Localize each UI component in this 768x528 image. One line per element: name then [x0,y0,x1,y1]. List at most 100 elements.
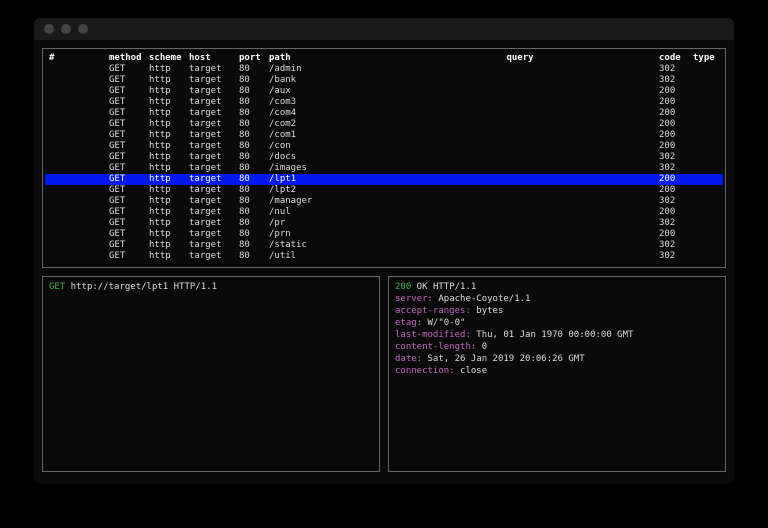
table-row[interactable]: GEThttptarget80/util302 [45,251,723,262]
cell-query [385,97,655,108]
cell-scheme: http [145,229,185,240]
content-area: # method scheme host port path query cod… [34,40,734,480]
minimize-icon[interactable] [61,24,71,34]
cell-path: /manager [265,196,385,207]
maximize-icon[interactable] [78,24,88,34]
response-code: 200 [395,282,411,292]
response-pane[interactable]: 200 OK HTTP/1.1 server: Apache-Coyote/1.… [388,276,726,472]
cell-host: target [185,64,235,75]
response-header-value: bytes [471,306,504,316]
cell-id [45,240,105,251]
request-pane[interactable]: GET http://target/lpt1 HTTP/1.1 [42,276,380,472]
cell-host: target [185,86,235,97]
cell-code: 302 [655,75,689,86]
requests-table[interactable]: # method scheme host port path query cod… [45,53,723,262]
cell-host: target [185,196,235,207]
cell-path: /com4 [265,108,385,119]
cell-query [385,141,655,152]
response-header-key: server: [395,294,433,304]
cell-id [45,196,105,207]
cell-type [689,108,723,119]
cell-code: 302 [655,152,689,163]
table-row[interactable]: GEThttptarget80/admin302 [45,64,723,75]
cell-type [689,229,723,240]
col-method[interactable]: method [105,53,145,64]
cell-query [385,130,655,141]
table-row[interactable]: GEThttptarget80/docs302 [45,152,723,163]
table-header-row: # method scheme host port path query cod… [45,53,723,64]
table-row[interactable]: GEThttptarget80/aux200 [45,86,723,97]
request-rest: http://target/lpt1 HTTP/1.1 [65,282,217,292]
cell-query [385,64,655,75]
table-row[interactable]: GEThttptarget80/prn200 [45,229,723,240]
cell-path: /lpt1 [265,174,385,185]
table-row[interactable]: GEThttptarget80/lpt1200 [45,174,723,185]
cell-type [689,64,723,75]
cell-query [385,218,655,229]
cell-host: target [185,229,235,240]
table-row[interactable]: GEThttptarget80/com1200 [45,130,723,141]
cell-method: GET [105,141,145,152]
cell-type [689,86,723,97]
cell-port: 80 [235,108,265,119]
col-code[interactable]: code [655,53,689,64]
cell-host: target [185,240,235,251]
col-host[interactable]: host [185,53,235,64]
response-header-value: 0 [476,342,487,352]
cell-id [45,152,105,163]
cell-id [45,119,105,130]
app-window: # method scheme host port path query cod… [34,18,734,484]
table-row[interactable]: GEThttptarget80/com3200 [45,97,723,108]
cell-scheme: http [145,75,185,86]
response-header-value: close [455,366,488,376]
table-row[interactable]: GEThttptarget80/com2200 [45,119,723,130]
col-query[interactable]: query [385,53,655,64]
cell-port: 80 [235,229,265,240]
cell-id [45,251,105,262]
cell-port: 80 [235,240,265,251]
close-icon[interactable] [44,24,54,34]
table-row[interactable]: GEThttptarget80/lpt2200 [45,185,723,196]
cell-type [689,119,723,130]
table-row[interactable]: GEThttptarget80/nul200 [45,207,723,218]
table-row[interactable]: GEThttptarget80/static302 [45,240,723,251]
cell-type [689,251,723,262]
col-type[interactable]: type [689,53,723,64]
cell-type [689,174,723,185]
table-row[interactable]: GEThttptarget80/pr302 [45,218,723,229]
cell-scheme: http [145,119,185,130]
cell-query [385,207,655,218]
cell-id [45,130,105,141]
cell-scheme: http [145,64,185,75]
request-method: GET [49,282,65,292]
cell-type [689,240,723,251]
response-status-line: 200 OK HTTP/1.1 [395,281,719,293]
table-row[interactable]: GEThttptarget80/con200 [45,141,723,152]
cell-method: GET [105,108,145,119]
table-row[interactable]: GEThttptarget80/bank302 [45,75,723,86]
table-row[interactable]: GEThttptarget80/manager302 [45,196,723,207]
cell-host: target [185,97,235,108]
cell-query [385,240,655,251]
cell-method: GET [105,251,145,262]
table-row[interactable]: GEThttptarget80/images302 [45,163,723,174]
cell-path: /com2 [265,119,385,130]
cell-scheme: http [145,152,185,163]
cell-scheme: http [145,251,185,262]
col-path[interactable]: path [265,53,385,64]
response-header-line: date: Sat, 26 Jan 2019 20:06:26 GMT [395,353,719,365]
cell-code: 302 [655,64,689,75]
table-row[interactable]: GEThttptarget80/com4200 [45,108,723,119]
col-id[interactable]: # [45,53,105,64]
cell-host: target [185,185,235,196]
col-scheme[interactable]: scheme [145,53,185,64]
cell-type [689,152,723,163]
cell-id [45,86,105,97]
response-header-line: accept-ranges: bytes [395,305,719,317]
cell-type [689,196,723,207]
cell-port: 80 [235,86,265,97]
cell-host: target [185,141,235,152]
response-header-value: Sat, 26 Jan 2019 20:06:26 GMT [422,354,585,364]
cell-port: 80 [235,130,265,141]
col-port[interactable]: port [235,53,265,64]
